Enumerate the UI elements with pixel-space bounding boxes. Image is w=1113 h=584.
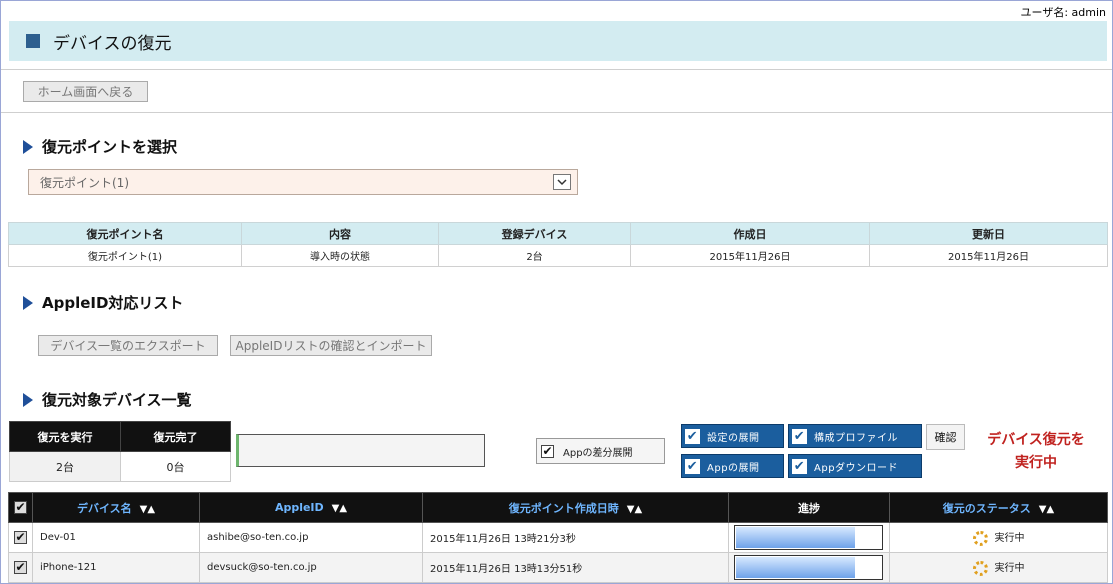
app-diff-option[interactable]: ✔ Appの差分展開 xyxy=(536,438,665,464)
sort-icon[interactable]: ▼▲ xyxy=(627,504,642,515)
stat-done-count: 0台 xyxy=(120,451,231,482)
progress-cell xyxy=(728,522,890,553)
triangle-right-icon xyxy=(23,392,33,407)
option-label: 構成プロファイル xyxy=(814,432,898,444)
checkbox-checked-icon: ✔ xyxy=(685,428,700,444)
section-appleid: AppleID対応リスト xyxy=(23,292,183,313)
spinner-icon xyxy=(972,530,988,546)
stat-header-done: 復元完了 xyxy=(120,421,231,452)
status-cell: 実行中 xyxy=(889,552,1108,583)
sort-icon[interactable]: ▼▲ xyxy=(140,504,155,515)
export-device-list-button[interactable]: デバイス一覧のエクスポート xyxy=(38,335,218,356)
appleid-cell: ashibe@so-ten.co.jp xyxy=(199,522,423,553)
table-cell: 2台 xyxy=(438,244,631,267)
table-cell: 2015年11月26日 xyxy=(869,244,1108,267)
divider xyxy=(1,69,1112,70)
column-header-appleid[interactable]: AppleID ▼▲ xyxy=(199,492,423,523)
restore-stats-table: 復元を実行 復元完了 2台 0台 xyxy=(9,421,231,482)
progress-cell xyxy=(728,552,890,583)
overall-progress-bar xyxy=(236,434,485,467)
column-label: デバイス名 xyxy=(76,501,132,515)
table-row: ✔ iPhone-121 devsuck@so-ten.co.jp 2015年1… xyxy=(8,552,1108,583)
column-header: 内容 xyxy=(241,222,439,245)
row-checkbox[interactable]: ✔ xyxy=(14,530,27,544)
created-cell: 2015年11月26日 13時21分3秒 xyxy=(422,522,729,553)
stat-header-running: 復元を実行 xyxy=(9,421,121,452)
option-label: 設定の展開 xyxy=(707,432,760,444)
table-cell: 復元ポイント(1) xyxy=(8,244,242,267)
spinner-icon xyxy=(972,560,988,576)
row-checkbox-cell: ✔ xyxy=(8,522,33,553)
section-device-list: 復元対象デバイス一覧 xyxy=(23,389,192,410)
device-table: ✔ デバイス名 ▼▲ AppleID ▼▲ 復元ポイント作成日時 ▼▲ 進捗 復元のス… xyxy=(8,492,1108,583)
status-text: 実行中 xyxy=(994,563,1025,575)
column-label: 復元ポイント作成日時 xyxy=(508,501,619,515)
progress-fill xyxy=(736,557,855,578)
settings-deploy-option[interactable]: ✔ 設定の展開 xyxy=(681,424,784,448)
column-header: 更新日 xyxy=(869,222,1108,245)
stat-running-count: 2台 xyxy=(9,451,121,482)
divider xyxy=(1,112,1112,113)
device-name-cell: Dev-01 xyxy=(32,522,200,553)
created-cell: 2015年11月26日 13時13分51秒 xyxy=(422,552,729,583)
section-title: AppleID対応リスト xyxy=(42,294,184,312)
message-line: デバイス復元を xyxy=(987,432,1085,448)
restore-point-table: 復元ポイント名 内容 登録デバイス 作成日 更新日 復元ポイント(1) 導入時の… xyxy=(8,222,1108,267)
column-header-status[interactable]: 復元のステータス ▼▲ xyxy=(889,492,1108,523)
progress-bar xyxy=(734,525,883,550)
option-label: Appの差分展開 xyxy=(563,447,633,459)
column-header: 復元ポイント名 xyxy=(8,222,242,245)
checkbox-checked-icon: ✔ xyxy=(685,458,700,474)
title-square-icon xyxy=(26,34,40,48)
status-cell: 実行中 xyxy=(889,522,1108,553)
triangle-right-icon xyxy=(23,139,33,154)
select-all-checkbox[interactable]: ✔ xyxy=(14,500,27,514)
appleid-cell: devsuck@so-ten.co.jp xyxy=(199,552,423,583)
column-label: 復元のステータス xyxy=(942,501,1031,515)
checkbox-checked-icon: ✔ xyxy=(792,428,807,444)
checkbox-checked-icon: ✔ xyxy=(792,458,807,474)
sort-icon[interactable]: ▼▲ xyxy=(332,503,347,514)
app-download-option[interactable]: ✔ Appダウンロード xyxy=(788,454,922,478)
select-all-header: ✔ xyxy=(8,492,33,523)
column-label: AppleID xyxy=(274,501,324,514)
column-header-progress: 進捗 xyxy=(728,492,890,523)
restore-point-select[interactable]: 復元ポイント(1) xyxy=(28,169,578,195)
section-restore-point: 復元ポイントを選択 xyxy=(23,136,177,157)
progress-fill xyxy=(736,527,855,548)
column-header-device-name[interactable]: デバイス名 ▼▲ xyxy=(32,492,200,523)
checkbox-checked-icon[interactable]: ✔ xyxy=(541,444,554,458)
app-deploy-option[interactable]: ✔ Appの展開 xyxy=(681,454,784,478)
import-appleid-list-button[interactable]: AppleIDリストの確認とインポート xyxy=(230,335,432,356)
section-title: 復元ポイントを選択 xyxy=(42,138,178,156)
user-name-label: ユーザ名: admin xyxy=(1020,6,1106,19)
sort-icon[interactable]: ▼▲ xyxy=(1039,504,1054,515)
table-cell: 導入時の状態 xyxy=(241,244,439,267)
option-label: Appの展開 xyxy=(707,462,760,474)
confirm-button[interactable]: 確認 xyxy=(926,424,965,450)
config-profile-option[interactable]: ✔ 構成プロファイル xyxy=(788,424,922,448)
table-row: ✔ Dev-01 ashibe@so-ten.co.jp 2015年11月26日… xyxy=(8,522,1108,553)
column-header: 登録デバイス xyxy=(438,222,631,245)
message-line: 実行中 xyxy=(1015,455,1057,471)
table-row: 復元ポイント(1) 導入時の状態 2台 2015年11月26日 2015年11月… xyxy=(8,244,1108,267)
option-label: Appダウンロード xyxy=(814,462,899,474)
status-text: 実行中 xyxy=(994,533,1025,545)
restore-point-selected: 復元ポイント(1) xyxy=(40,175,129,190)
device-name-cell: iPhone-121 xyxy=(32,552,200,583)
column-header-created[interactable]: 復元ポイント作成日時 ▼▲ xyxy=(422,492,729,523)
back-home-button[interactable]: ホーム画面へ戻る xyxy=(23,81,148,102)
progress-bar xyxy=(734,555,883,580)
title-band: デバイスの復元 xyxy=(9,21,1107,61)
row-checkbox[interactable]: ✔ xyxy=(14,560,27,574)
table-cell: 2015年11月26日 xyxy=(630,244,870,267)
page-title: デバイスの復元 xyxy=(53,33,172,54)
triangle-right-icon xyxy=(23,295,33,310)
chevron-down-icon[interactable] xyxy=(553,174,571,190)
section-title: 復元対象デバイス一覧 xyxy=(42,391,192,409)
row-checkbox-cell: ✔ xyxy=(8,552,33,583)
restore-running-message: デバイス復元を 実行中 xyxy=(973,429,1099,475)
column-header: 作成日 xyxy=(630,222,870,245)
